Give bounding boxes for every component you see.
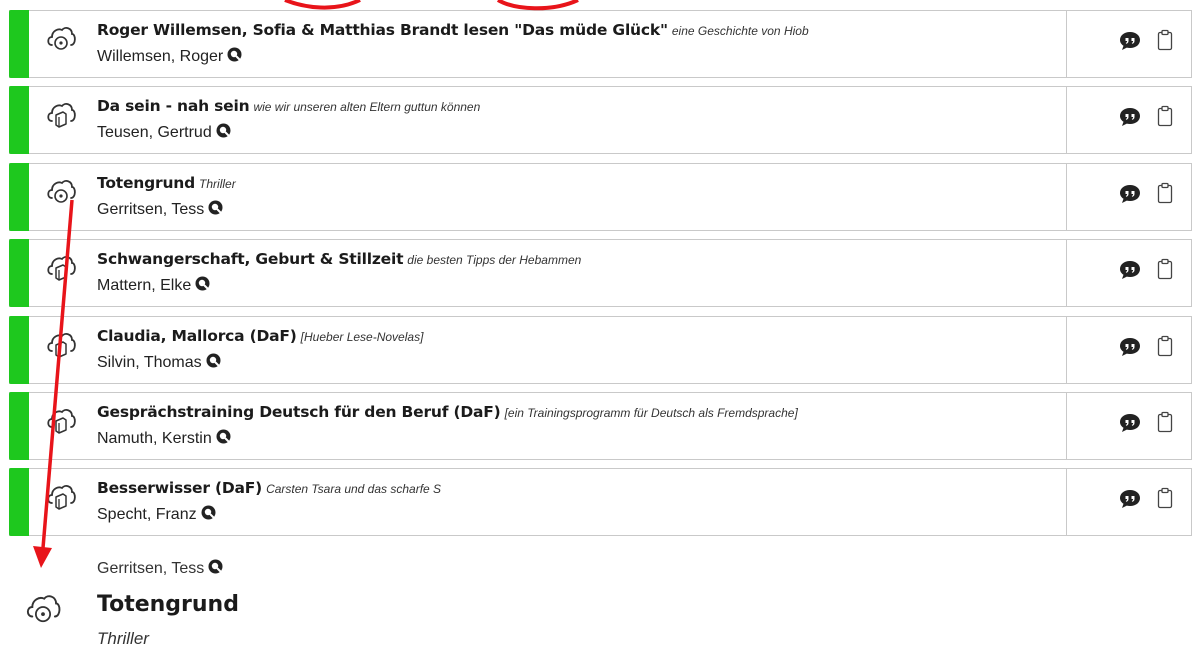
item-title[interactable]: Gesprächstraining Deutsch für den Beruf …	[97, 403, 501, 421]
column-divider	[1066, 163, 1067, 231]
item-subtitle: Thriller	[199, 177, 236, 191]
item-author[interactable]: Willemsen, Roger	[97, 48, 223, 65]
detail-author[interactable]: Gerritsen, Tess	[97, 560, 204, 577]
author-search-icon[interactable]	[216, 123, 232, 139]
item-subtitle: die besten Tipps der Hebammen	[407, 253, 582, 267]
comment-icon[interactable]	[1119, 184, 1141, 204]
comment-icon[interactable]	[1119, 489, 1141, 509]
comment-icon[interactable]	[1119, 31, 1141, 51]
detail-panel: Gerritsen, Tess Totengrund Thriller	[0, 548, 1192, 651]
cloud-disc-icon	[47, 180, 76, 203]
detail-subtitle: Thriller	[97, 629, 149, 648]
list-item[interactable]: Besserwisser (DaF) Carsten Tsara und das …	[9, 468, 1192, 536]
availability-bar	[9, 163, 29, 231]
cloud-disc-icon	[26, 595, 61, 623]
item-title[interactable]: Totengrund	[97, 174, 195, 192]
availability-bar	[9, 10, 29, 78]
item-subtitle: [Hueber Lese-Novelas]	[300, 330, 424, 344]
list-item[interactable]: Claudia, Mallorca (DaF) [Hueber Lese-Nove…	[9, 316, 1192, 384]
comment-icon[interactable]	[1119, 107, 1141, 127]
cloud-disc-icon	[47, 27, 76, 50]
list-item[interactable]: Totengrund Thriller Gerritsen, Tess	[9, 163, 1192, 231]
item-subtitle: Carsten Tsara und das scharfe S	[266, 482, 442, 496]
author-line: Silvin, Thomas	[97, 353, 222, 372]
availability-bar	[9, 86, 29, 154]
item-author[interactable]: Gerritsen, Tess	[97, 201, 204, 218]
item-title[interactable]: Roger Willemsen, Sofia & Matthias Brandt…	[97, 21, 668, 39]
comment-icon[interactable]	[1119, 260, 1141, 280]
title-line[interactable]: Gesprächstraining Deutsch für den Beruf …	[97, 402, 798, 421]
column-divider	[1066, 316, 1067, 384]
column-divider	[1066, 86, 1067, 154]
author-search-icon[interactable]	[195, 276, 211, 292]
column-divider	[1066, 392, 1067, 460]
list-item[interactable]: Gesprächstraining Deutsch für den Beruf …	[9, 392, 1192, 460]
clipboard-icon[interactable]	[1157, 258, 1173, 280]
author-line: Willemsen, Roger	[97, 47, 243, 66]
clipboard-icon[interactable]	[1157, 335, 1173, 357]
annotation-circle-right	[496, 0, 579, 11]
item-author[interactable]: Namuth, Kerstin	[97, 430, 212, 447]
annotation-circle-left	[284, 0, 361, 10]
title-line[interactable]: Totengrund Thriller	[97, 173, 236, 192]
title-line[interactable]: Roger Willemsen, Sofia & Matthias Brandt…	[97, 20, 809, 39]
list-item[interactable]: Roger Willemsen, Sofia & Matthias Brandt…	[9, 10, 1192, 78]
column-divider	[1066, 239, 1067, 307]
title-line[interactable]: Da sein - nah sein wie wir unseren alten …	[97, 96, 480, 115]
list-item[interactable]: Da sein - nah sein wie wir unseren alten …	[9, 86, 1192, 154]
availability-bar	[9, 239, 29, 307]
author-line: Namuth, Kerstin	[97, 429, 232, 448]
author-search-icon[interactable]	[227, 47, 243, 63]
availability-bar	[9, 316, 29, 384]
availability-bar	[9, 468, 29, 536]
item-author[interactable]: Silvin, Thomas	[97, 354, 202, 371]
author-search-icon[interactable]	[206, 353, 222, 369]
author-line: Teusen, Gertrud	[97, 123, 232, 142]
detail-author-line: Gerritsen, Tess	[97, 559, 224, 578]
title-line[interactable]: Schwangerschaft, Geburt & Stillzeit die b…	[97, 249, 581, 268]
item-title[interactable]: Claudia, Mallorca (DaF)	[97, 327, 297, 345]
author-line: Mattern, Elke	[97, 276, 211, 295]
list-item[interactable]: Schwangerschaft, Geburt & Stillzeit die b…	[9, 239, 1192, 307]
column-divider	[1066, 468, 1067, 536]
title-line[interactable]: Claudia, Mallorca (DaF) [Hueber Lese-Nove…	[97, 326, 423, 345]
item-title[interactable]: Besserwisser (DaF)	[97, 479, 262, 497]
author-search-icon[interactable]	[216, 429, 232, 445]
availability-bar	[9, 392, 29, 460]
comment-icon[interactable]	[1119, 413, 1141, 433]
clipboard-icon[interactable]	[1157, 182, 1173, 204]
item-subtitle: wie wir unseren alten Eltern guttun könn…	[253, 100, 481, 114]
item-subtitle: eine Geschichte von Hiob	[671, 24, 809, 38]
title-line[interactable]: Besserwisser (DaF) Carsten Tsara und das …	[97, 478, 441, 497]
detail-title: Totengrund	[97, 592, 239, 617]
item-author[interactable]: Specht, Franz	[97, 506, 197, 523]
clipboard-icon[interactable]	[1157, 411, 1173, 433]
author-line: Gerritsen, Tess	[97, 200, 224, 219]
column-divider	[1066, 10, 1067, 78]
author-line: Specht, Franz	[97, 505, 217, 524]
cloud-book-icon	[47, 485, 76, 510]
item-title[interactable]: Da sein - nah sein	[97, 97, 250, 115]
cloud-book-icon	[47, 103, 76, 128]
item-subtitle: [ein Trainingsprogramm für Deutsch als F…	[504, 406, 798, 420]
comment-icon[interactable]	[1119, 337, 1141, 357]
author-search-icon[interactable]	[201, 505, 217, 521]
cloud-book-icon	[47, 256, 76, 281]
cloud-book-icon	[47, 333, 76, 358]
author-search-icon[interactable]	[208, 200, 224, 216]
author-search-icon[interactable]	[208, 559, 224, 575]
cloud-book-icon	[47, 409, 76, 434]
item-author[interactable]: Mattern, Elke	[97, 277, 191, 294]
item-author[interactable]: Teusen, Gertrud	[97, 124, 212, 141]
clipboard-icon[interactable]	[1157, 487, 1173, 509]
clipboard-icon[interactable]	[1157, 29, 1173, 51]
item-title[interactable]: Schwangerschaft, Geburt & Stillzeit	[97, 250, 403, 268]
clipboard-icon[interactable]	[1157, 105, 1173, 127]
